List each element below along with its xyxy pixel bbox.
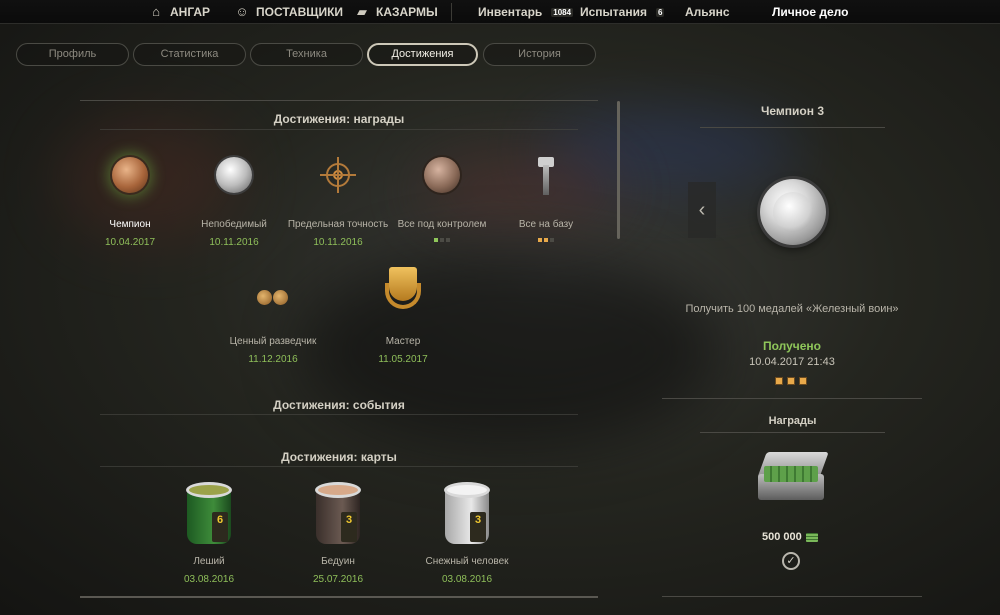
nav-alliance-label: Альянс: [685, 5, 730, 19]
received-date: 10.04.2017 21:43: [749, 356, 835, 368]
binoculars-icon: [255, 286, 291, 310]
nav-suppliers-label: ПОСТАВЩИКИ: [256, 5, 344, 19]
can-level: 3: [341, 512, 357, 542]
rewards-title: Награды: [768, 415, 817, 427]
can-level: 3: [470, 512, 486, 542]
progress-dots: [491, 238, 601, 243]
achievement-name: Все на базу: [518, 219, 574, 230]
crosshair-icon: [320, 157, 356, 193]
section-divider: [100, 466, 578, 467]
tab-history[interactable]: История: [483, 43, 596, 66]
achievement-name: Снежный человек: [425, 556, 509, 567]
nav-inventory[interactable]: Инвентарь 1084: [478, 4, 574, 20]
achievement-date: 10.11.2016: [209, 237, 259, 248]
achievement-champion[interactable]: Чемпион 10.04.2017: [75, 157, 185, 248]
map-achievement-leshy[interactable]: 6 Леший 03.08.2016: [154, 480, 264, 585]
paint-can-icon: 3: [442, 480, 492, 544]
tank-icon: ▰: [357, 4, 367, 19]
scrollbar[interactable]: [617, 101, 620, 239]
rewards-divider: [700, 432, 885, 433]
reward-amount: 500 000: [762, 531, 818, 543]
achievement-to-base[interactable]: Все на базу: [491, 155, 601, 243]
achievement-date: 10.11.2016: [313, 237, 363, 248]
progress-dots: [387, 238, 497, 243]
map-achievement-bedouin[interactable]: 3 Бедуин 25.07.2016: [283, 480, 393, 585]
achievement-scout[interactable]: Ценный разведчик 11.12.2016: [218, 280, 328, 365]
section-divider: [100, 129, 578, 130]
panel-bottom-border: [80, 596, 598, 598]
nav-personal-file[interactable]: Личное дело: [772, 4, 848, 20]
nav-divider: [451, 3, 452, 21]
paint-can-icon: 3: [313, 480, 363, 544]
shield-medal-icon: [424, 157, 460, 193]
panel-top-border: [80, 100, 598, 101]
can-level: 6: [212, 512, 228, 542]
achievement-date: 03.08.2016: [183, 574, 235, 585]
achievement-date: 11.12.2016: [248, 354, 298, 365]
nav-barracks[interactable]: ▰ КАЗАРМЫ: [354, 4, 438, 20]
hammer-icon: [528, 155, 564, 195]
achievement-invincible[interactable]: Непобедимый 10.11.2016: [179, 157, 289, 248]
achievement-date: 03.08.2016: [441, 574, 493, 585]
hangar-icon: ⌂: [152, 4, 160, 19]
achievement-precision[interactable]: Предельная точность 10.11.2016: [283, 157, 393, 248]
achievement-name: Ценный разведчик: [229, 336, 317, 347]
achievement-under-control[interactable]: Все под контролем: [387, 157, 497, 243]
nav-hangar-label: АНГАР: [170, 5, 211, 19]
nav-barracks-label: КАЗАРМЫ: [376, 5, 438, 19]
map-achievement-yeti[interactable]: 3 Снежный человек 03.08.2016: [412, 480, 522, 585]
nav-alliance[interactable]: Альянс: [685, 4, 730, 20]
person-icon: ☺: [235, 4, 249, 19]
achievement-name: Все под контролем: [397, 219, 487, 230]
gold-badge-icon: [383, 265, 423, 311]
tab-statistics[interactable]: Статистика: [133, 43, 246, 66]
achievement-name: Чемпион: [109, 219, 151, 230]
detail-title: Чемпион 3: [760, 104, 825, 118]
achievement-level-dots: [775, 377, 807, 385]
paint-can-icon: 6: [184, 480, 234, 544]
achievement-name: Непобедимый: [201, 219, 267, 230]
nav-trials-label: Испытания: [580, 5, 647, 19]
section-title-maps: Достижения: карты: [281, 450, 397, 464]
received-status: Получено: [762, 339, 821, 353]
achievement-date: 25.07.2016: [312, 574, 364, 585]
achievements-list-panel: Достижения: награды Чемпион 10.04.2017 Н…: [80, 100, 598, 598]
nav-suppliers[interactable]: ☺ ПОСТАВЩИКИ: [234, 4, 343, 20]
silver-medal-large-icon: [760, 179, 826, 245]
achievement-name: Бедуин: [321, 556, 355, 567]
tab-vehicles[interactable]: Техника: [250, 43, 363, 66]
reward-amount-value: 500 000: [762, 531, 802, 543]
achievement-name: Предельная точность: [287, 219, 389, 230]
trials-count-badge: 6: [655, 7, 665, 17]
achievement-master[interactable]: Мастер 11.05.2017: [348, 265, 458, 365]
top-navigation: ⌂ АНГАР ☺ ПОСТАВЩИКИ ▰ КАЗАРМЫ Инвентарь…: [0, 0, 1000, 24]
credits-icon: [805, 532, 818, 542]
detail-title-divider: [700, 127, 885, 128]
silver-medal-icon: [216, 157, 252, 193]
previous-arrow-button[interactable]: ‹: [688, 182, 716, 238]
inventory-count-badge: 1084: [551, 7, 574, 17]
achievement-date: 10.04.2017: [104, 237, 156, 248]
nav-personal-file-label: Личное дело: [772, 5, 849, 19]
nav-hangar[interactable]: ⌂ АНГАР: [148, 4, 210, 20]
nav-trials[interactable]: Испытания 6: [580, 4, 665, 20]
achievement-date: 11.05.2017: [378, 354, 428, 365]
panel-bottom-border: [662, 596, 922, 597]
check-icon: ✓: [782, 552, 800, 570]
section-title-awards: Достижения: награды: [273, 112, 405, 126]
tab-profile[interactable]: Профиль: [16, 43, 129, 66]
achievement-name: Леший: [193, 556, 225, 567]
achievement-description: Получить 100 медалей «Железный воин»: [685, 303, 899, 315]
bronze-medal-icon: [112, 157, 148, 193]
nav-inventory-label: Инвентарь: [478, 5, 543, 19]
tab-achievements[interactable]: Достижения: [367, 43, 478, 66]
section-divider: [100, 414, 578, 415]
money-case-icon: [757, 452, 829, 502]
section-title-events: Достижения: события: [273, 398, 405, 412]
achievement-name: Мастер: [385, 336, 421, 347]
section-divider: [662, 398, 922, 399]
